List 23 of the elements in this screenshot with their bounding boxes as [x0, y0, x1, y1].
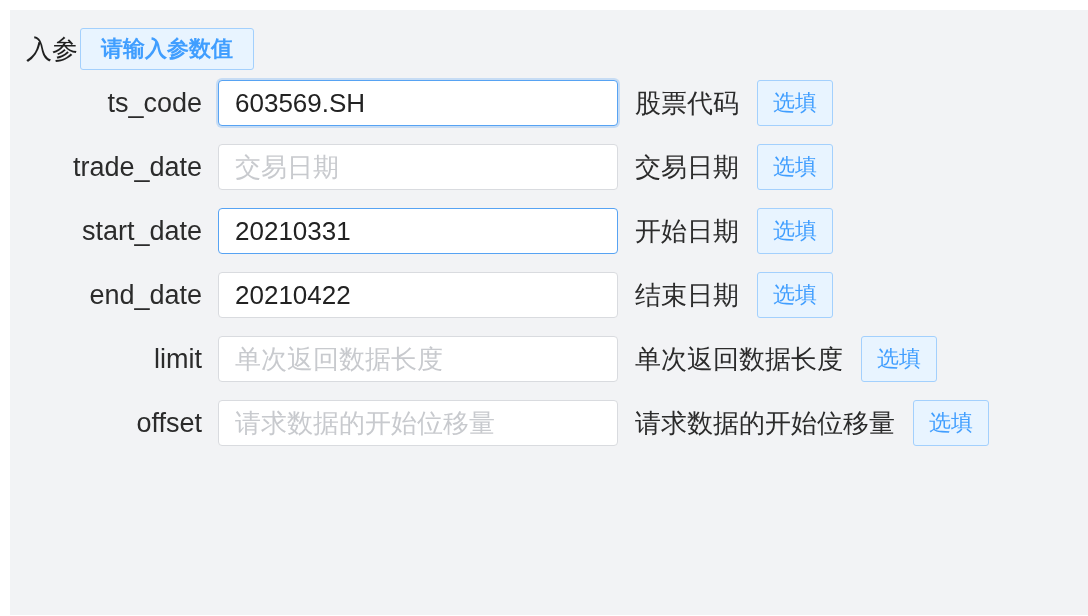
field-description: 股票代码 [635, 88, 739, 118]
param-label: ts_code [107, 88, 202, 118]
input-field[interactable]: 603569.SH [218, 80, 618, 126]
field-description: 单次返回数据长度 [635, 344, 843, 374]
optional-button[interactable]: 选填 [861, 336, 937, 382]
param-label: end_date [89, 280, 202, 310]
section-title: 入参 [26, 34, 78, 64]
optional-button[interactable]: 选填 [757, 272, 833, 318]
optional-button[interactable]: 选填 [913, 400, 989, 446]
input-field[interactable]: 20210422 [218, 272, 618, 318]
param-label: limit [154, 344, 202, 374]
optional-button[interactable]: 选填 [757, 80, 833, 126]
field-description: 交易日期 [635, 152, 739, 182]
param-label: offset [136, 408, 202, 438]
field-description: 请求数据的开始位移量 [635, 408, 895, 438]
param-label: trade_date [72, 152, 202, 182]
optional-button[interactable]: 选填 [757, 208, 833, 254]
input-field[interactable]: 20210331 [218, 208, 618, 254]
field-description: 结束日期 [635, 280, 739, 310]
field-description: 开始日期 [635, 216, 739, 246]
hint-button[interactable]: 请输入参数值 [80, 28, 254, 70]
param-label: start_date [81, 216, 202, 246]
optional-button[interactable]: 选填 [757, 144, 833, 190]
